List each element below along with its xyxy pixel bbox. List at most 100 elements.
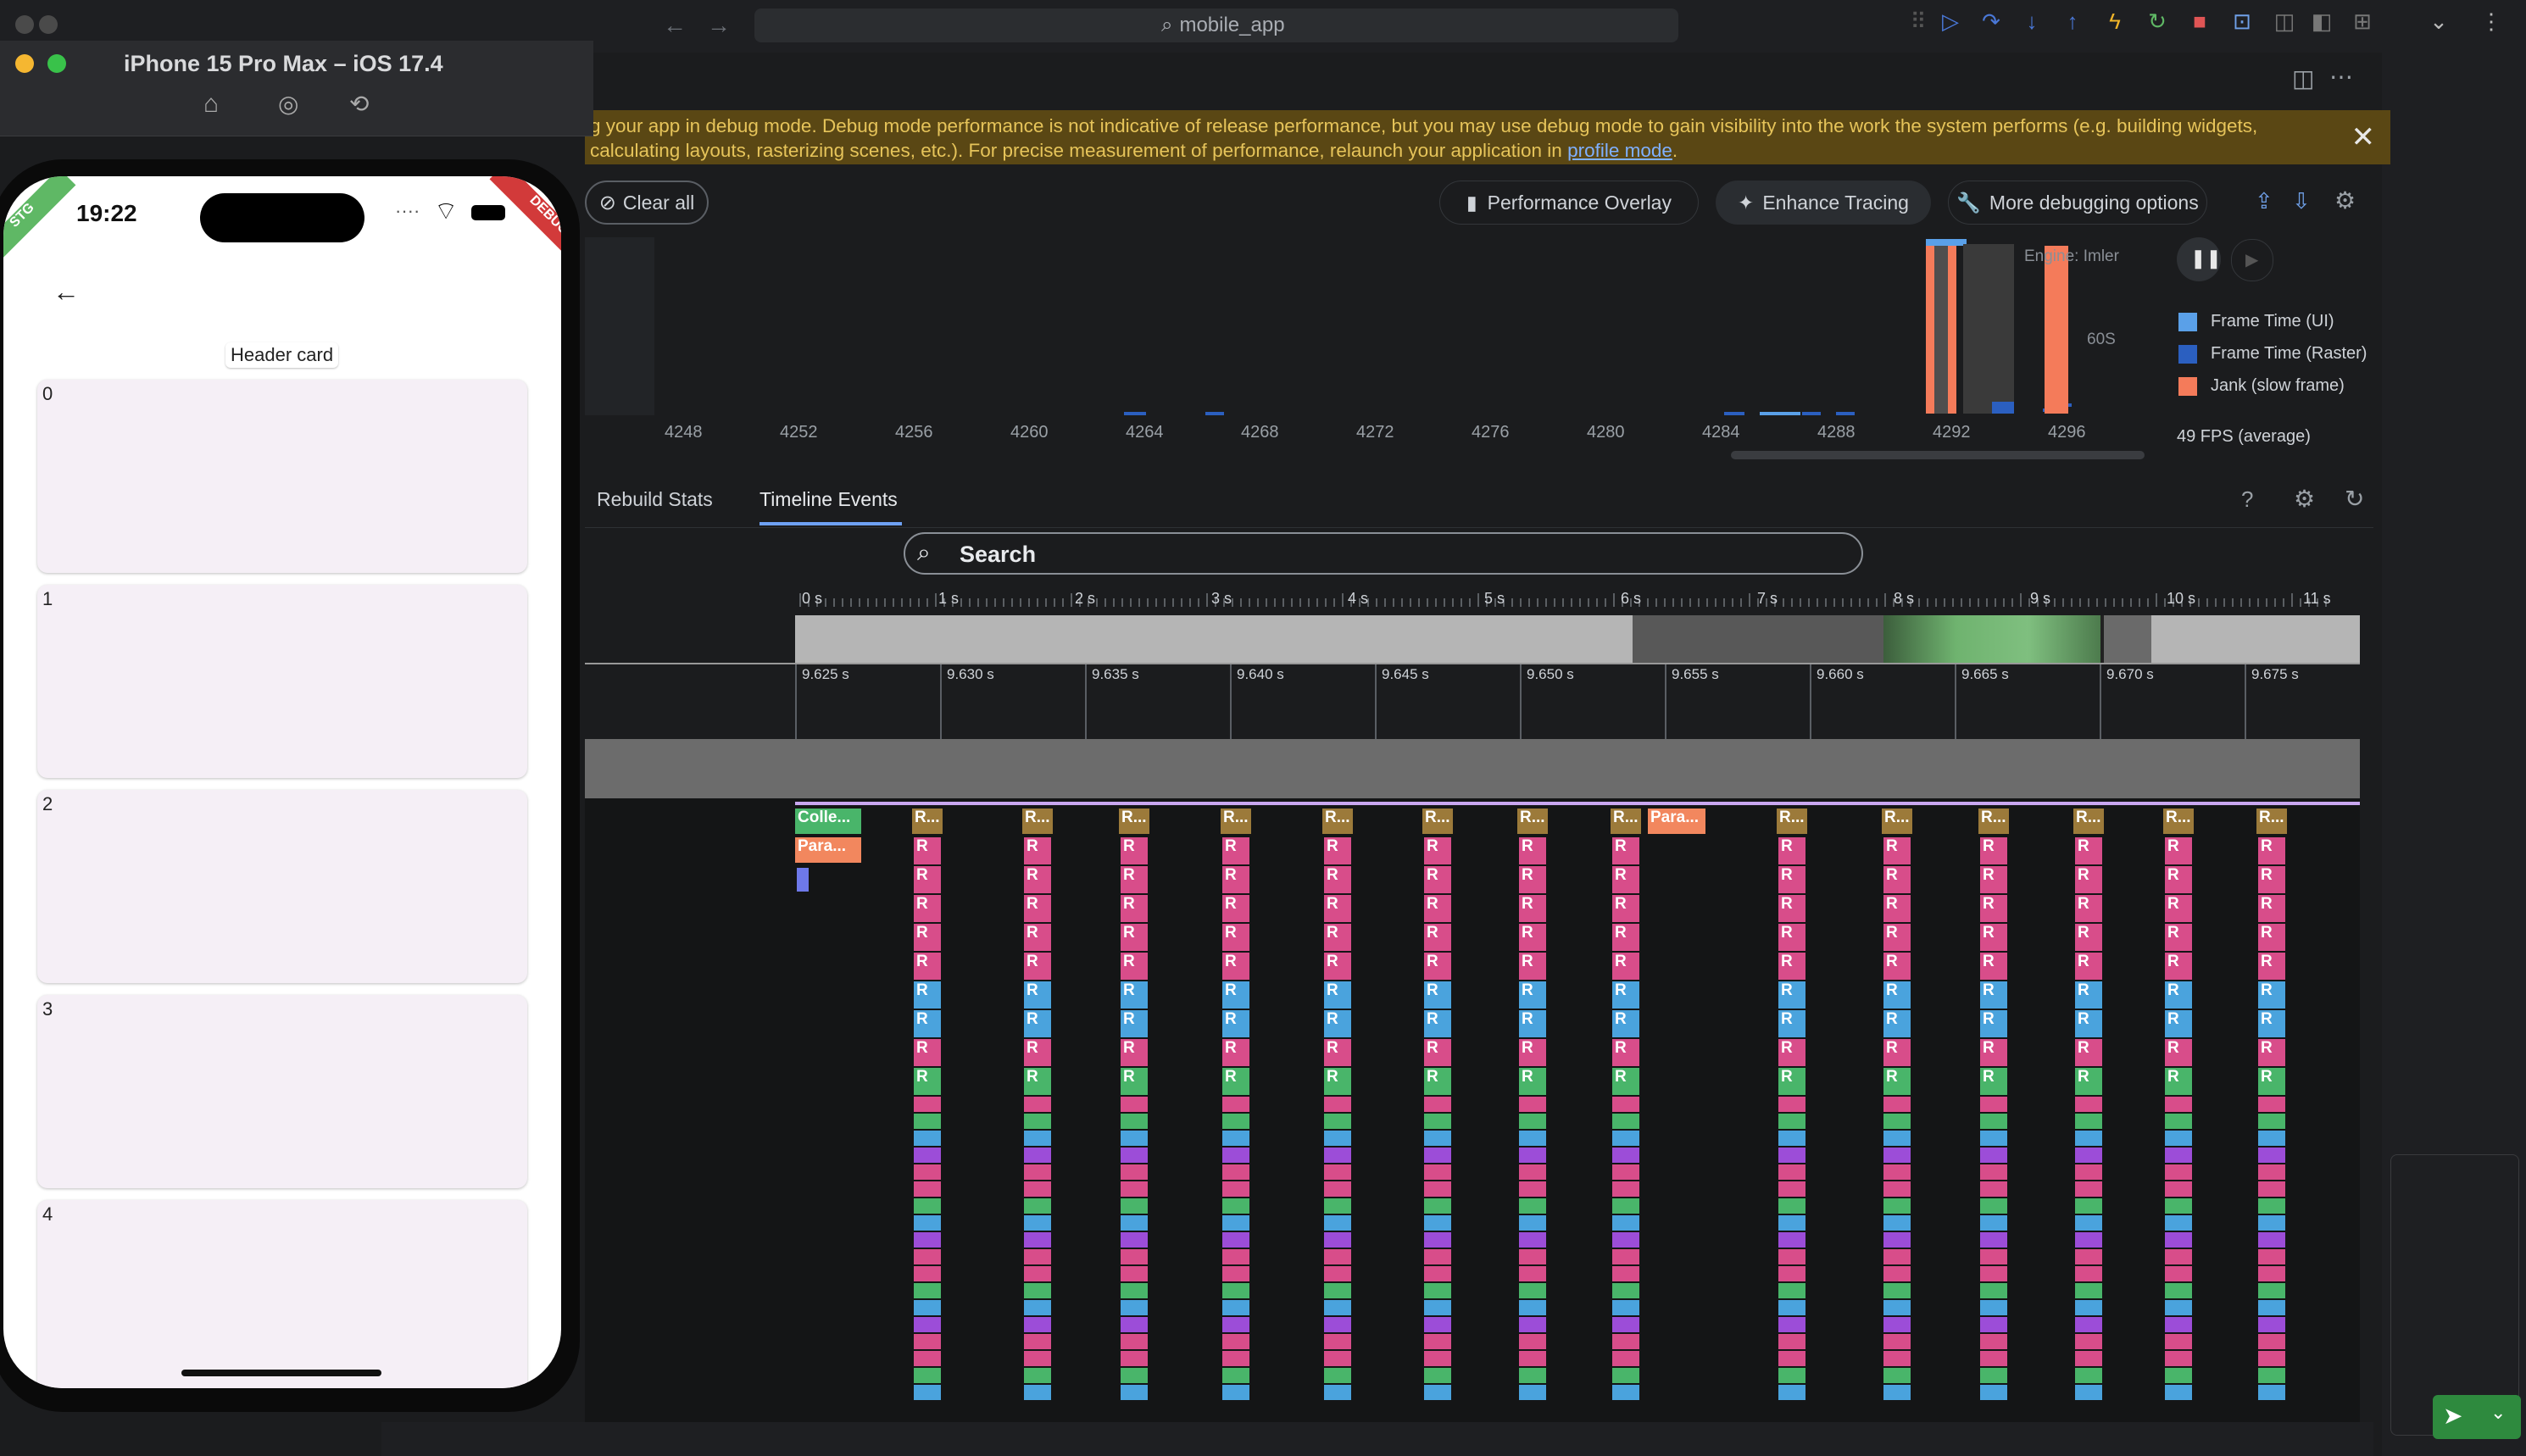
timeline-event[interactable]: R bbox=[1519, 895, 1546, 922]
timeline-event[interactable]: R bbox=[1519, 981, 1546, 1009]
timeline-event[interactable] bbox=[2165, 1300, 2192, 1315]
timeline-event[interactable] bbox=[2075, 1300, 2102, 1315]
timeline-event[interactable] bbox=[1519, 1385, 1546, 1400]
minimize-dot[interactable] bbox=[15, 54, 34, 73]
timeline-event[interactable] bbox=[1024, 1300, 1051, 1315]
timeline-event[interactable] bbox=[2258, 1334, 2285, 1349]
timeline-event[interactable] bbox=[1424, 1368, 1451, 1383]
timeline-event[interactable] bbox=[1980, 1266, 2007, 1281]
layout-grid-icon[interactable]: ⊞ bbox=[2348, 8, 2377, 35]
chat-input-panel[interactable] bbox=[2390, 1154, 2519, 1436]
timeline-event[interactable] bbox=[914, 1334, 941, 1349]
timeline-event[interactable] bbox=[1222, 1351, 1249, 1366]
timeline-event[interactable] bbox=[1121, 1266, 1148, 1281]
timeline-event[interactable] bbox=[1883, 1164, 1911, 1180]
timeline-event[interactable] bbox=[914, 1300, 941, 1315]
timeline-event[interactable] bbox=[2165, 1148, 2192, 1163]
timeline-event[interactable] bbox=[914, 1097, 941, 1112]
timeline-event[interactable] bbox=[2075, 1198, 2102, 1214]
timeline-event[interactable] bbox=[2165, 1232, 2192, 1248]
timeline-event[interactable] bbox=[1980, 1181, 2007, 1197]
timeline-event[interactable] bbox=[1222, 1215, 1249, 1231]
timeline-event[interactable]: R bbox=[914, 953, 941, 980]
timeline-event[interactable] bbox=[1121, 1198, 1148, 1214]
timeline-event[interactable] bbox=[1883, 1215, 1911, 1231]
timeline-event[interactable] bbox=[1883, 1351, 1911, 1366]
timeline-event[interactable]: R bbox=[2258, 924, 2285, 951]
timeline-event[interactable]: R bbox=[1324, 981, 1351, 1009]
devtools-icon[interactable]: ⊡ bbox=[2228, 8, 2256, 35]
timeline-event[interactable] bbox=[1980, 1148, 2007, 1163]
timeline-event[interactable] bbox=[1778, 1283, 1805, 1298]
timeline-event[interactable] bbox=[1424, 1249, 1451, 1264]
timeline-event[interactable]: R bbox=[1980, 1068, 2007, 1095]
enhance-tracing-button[interactable]: ✦ Enhance Tracing bbox=[1716, 181, 1931, 225]
timeline-event[interactable]: R bbox=[1612, 924, 1639, 951]
timeline-event[interactable] bbox=[1519, 1317, 1546, 1332]
timeline-event[interactable] bbox=[1024, 1181, 1051, 1197]
timeline-event[interactable]: R bbox=[2258, 1039, 2285, 1066]
back-arrow-icon[interactable]: ← bbox=[663, 12, 687, 39]
profile-mode-link[interactable]: profile mode bbox=[1567, 140, 1672, 161]
timeline-event[interactable]: R bbox=[1424, 1010, 1451, 1037]
settings-icon[interactable]: ⚙ bbox=[2334, 186, 2356, 214]
timeline-event[interactable]: R bbox=[1980, 953, 2007, 980]
timeline-event[interactable]: R bbox=[1519, 1068, 1546, 1095]
timeline-event[interactable] bbox=[1324, 1114, 1351, 1129]
home-icon[interactable]: ⌂ bbox=[203, 90, 219, 119]
timeline-event[interactable] bbox=[1222, 1148, 1249, 1163]
timeline-event[interactable]: R bbox=[914, 924, 941, 951]
timeline-event[interactable] bbox=[1121, 1131, 1148, 1146]
timeline-event[interactable] bbox=[914, 1249, 941, 1264]
timeline-event[interactable]: R bbox=[1324, 924, 1351, 951]
timeline-event[interactable] bbox=[1324, 1249, 1351, 1264]
timeline-event[interactable] bbox=[1024, 1097, 1051, 1112]
timeline-event[interactable] bbox=[2075, 1215, 2102, 1231]
step-over-icon[interactable]: ↷ bbox=[1977, 8, 2006, 35]
timeline-event[interactable] bbox=[1222, 1334, 1249, 1349]
timeline-event[interactable] bbox=[914, 1131, 941, 1146]
back-arrow-icon[interactable]: ← bbox=[53, 276, 80, 308]
timeline-event[interactable]: R... bbox=[1022, 809, 1053, 834]
timeline-event[interactable]: R bbox=[1778, 981, 1805, 1009]
timeline-event[interactable]: R bbox=[2075, 924, 2102, 951]
tab-rebuild-stats[interactable]: Rebuild Stats bbox=[597, 488, 713, 511]
timeline-event[interactable] bbox=[1883, 1148, 1911, 1163]
timeline-event[interactable]: R bbox=[1778, 924, 1805, 951]
timeline-event[interactable] bbox=[1519, 1300, 1546, 1315]
timeline-event[interactable] bbox=[1222, 1232, 1249, 1248]
timeline-event[interactable] bbox=[1024, 1148, 1051, 1163]
timeline-event[interactable] bbox=[2258, 1215, 2285, 1231]
timeline-event[interactable] bbox=[1612, 1334, 1639, 1349]
timeline-event[interactable] bbox=[1980, 1198, 2007, 1214]
timeline-event[interactable]: R... bbox=[1221, 809, 1251, 834]
timeline-event[interactable]: R bbox=[2075, 837, 2102, 864]
timeline-event[interactable] bbox=[1778, 1300, 1805, 1315]
timeline-event[interactable] bbox=[2165, 1164, 2192, 1180]
timeline-event[interactable] bbox=[1121, 1283, 1148, 1298]
timeline-event[interactable] bbox=[1324, 1181, 1351, 1197]
stop-icon[interactable]: ■ bbox=[2185, 8, 2214, 35]
timeline-event[interactable]: R bbox=[1424, 895, 1451, 922]
timeline-event[interactable] bbox=[1519, 1114, 1546, 1129]
timeline-event[interactable] bbox=[2258, 1114, 2285, 1129]
timeline-event[interactable] bbox=[1778, 1334, 1805, 1349]
timeline-event[interactable]: R bbox=[1121, 895, 1148, 922]
list-card[interactable]: 3 bbox=[37, 995, 527, 1188]
timeline-event[interactable] bbox=[1121, 1368, 1148, 1383]
timeline-event[interactable]: R bbox=[1883, 1039, 1911, 1066]
timeline-event[interactable] bbox=[1778, 1215, 1805, 1231]
timeline-event[interactable] bbox=[1980, 1351, 2007, 1366]
refresh-icon[interactable]: ↻ bbox=[2345, 485, 2364, 513]
timeline-event[interactable] bbox=[914, 1114, 941, 1129]
timeline-event[interactable]: R bbox=[1778, 866, 1805, 893]
timeline-event[interactable] bbox=[1612, 1368, 1639, 1383]
timeline-event[interactable] bbox=[1024, 1131, 1051, 1146]
timeline-event[interactable] bbox=[2258, 1351, 2285, 1366]
timeline-event[interactable] bbox=[1424, 1385, 1451, 1400]
timeline-event[interactable] bbox=[1980, 1368, 2007, 1383]
timeline-event[interactable] bbox=[914, 1164, 941, 1180]
timeline-event[interactable] bbox=[2165, 1283, 2192, 1298]
help-icon[interactable]: ? bbox=[2241, 486, 2253, 513]
more-horiz-icon[interactable]: ⋯ bbox=[2329, 63, 2353, 91]
